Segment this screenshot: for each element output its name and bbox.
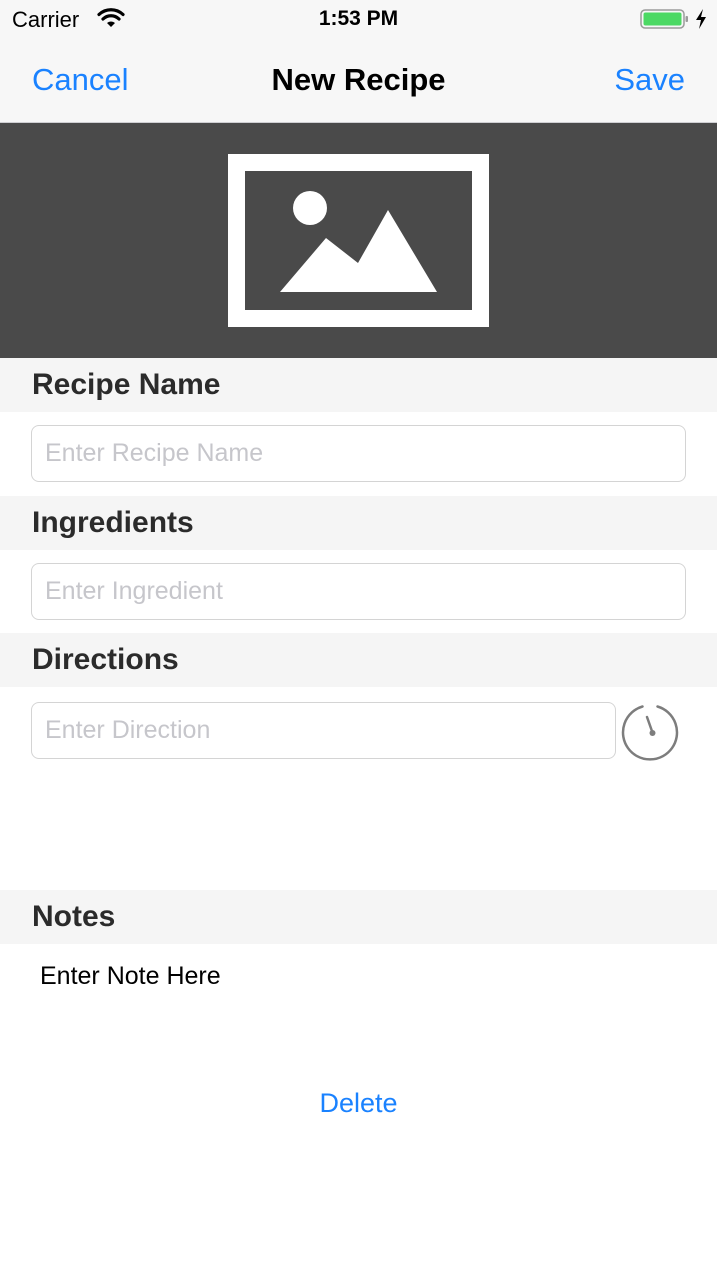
navigation-bar: Cancel New Recipe Save [0,40,717,123]
status-time: 1:53 PM [318,7,399,30]
recipe-name-label: Recipe Name [32,368,221,401]
directions-header: Directions [0,633,717,687]
save-button[interactable]: Save [614,62,685,98]
page-title: New Recipe [271,62,446,97]
direction-input[interactable] [31,702,616,759]
directions-label: Directions [32,643,179,676]
notes-header: Notes [0,890,717,944]
timer-icon[interactable] [620,702,680,762]
recipe-photo-picker[interactable] [0,123,717,358]
delete-button[interactable]: Delete [0,1088,717,1119]
charging-bolt-icon [696,9,706,29]
recipe-name-header: Recipe Name [0,358,717,412]
ingredients-header: Ingredients [0,496,717,550]
battery-charging-icon [640,9,688,29]
recipe-name-input[interactable] [31,425,686,482]
image-placeholder-icon [228,154,489,327]
notes-label: Notes [32,900,116,933]
ingredient-input[interactable] [31,563,686,620]
notes-text-area[interactable]: Enter Note Here [40,962,221,991]
status-bar: Carrier 1:53 PM [0,0,717,40]
ingredients-label: Ingredients [32,506,194,539]
